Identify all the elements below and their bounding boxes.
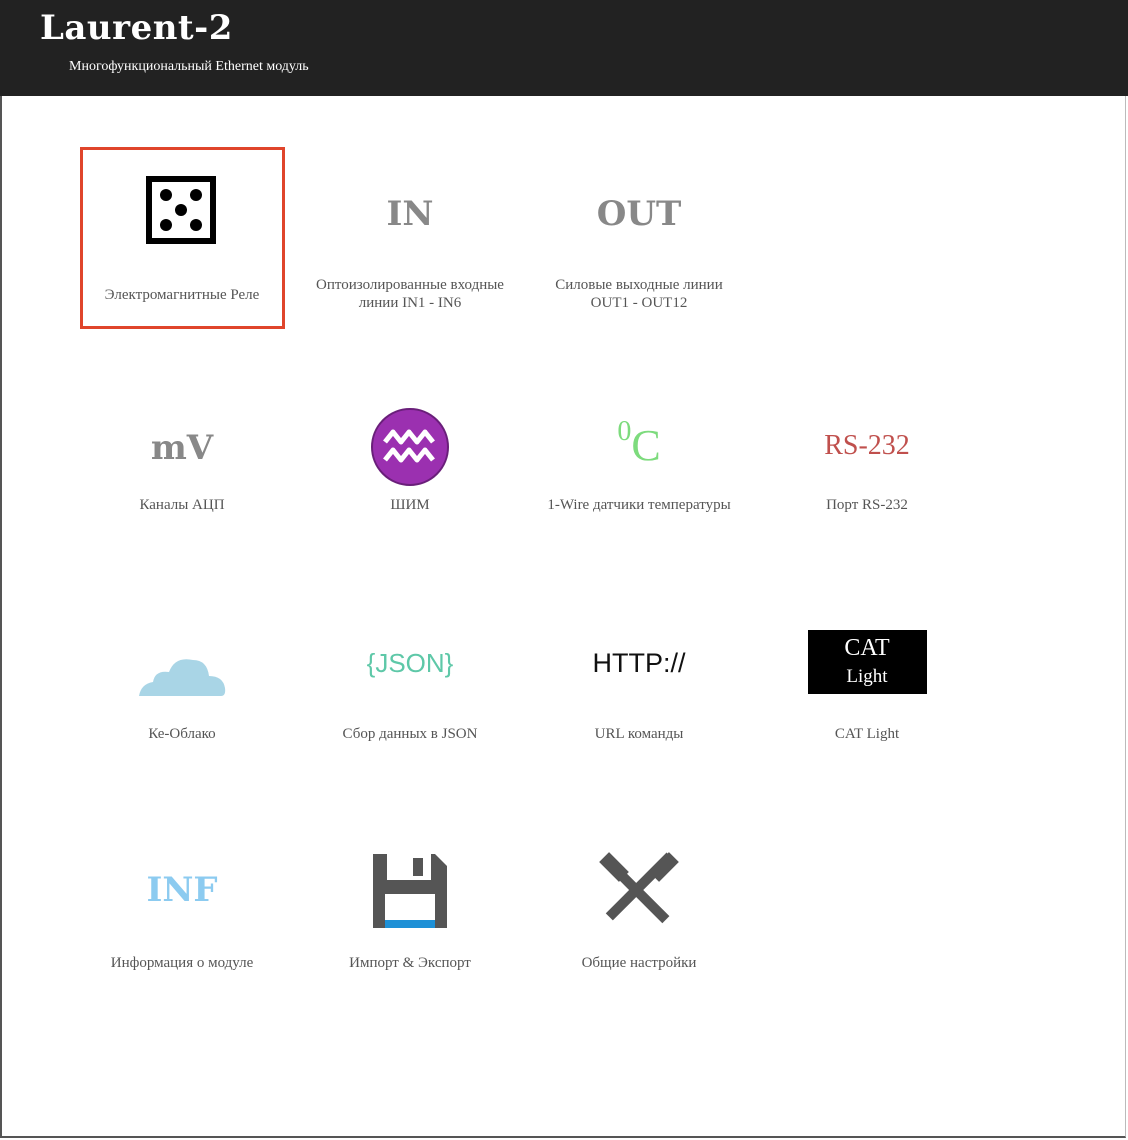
header-bar: Laurent-2 Многофункциональный Ethernet м… [0,0,1128,96]
tile-json[interactable]: {JSON} Сбор данных в JSON [310,630,510,760]
tile-relays[interactable]: Электромагнитные Реле [82,150,282,325]
tile-temperature[interactable]: 0C 1-Wire датчики температуры [539,400,739,530]
floppy-disk-icon [310,850,510,936]
tile-pwm[interactable]: ШИМ [310,400,510,530]
tile-label: 1-Wire датчики температуры [547,497,731,513]
tile-label: Силовые выходные линии OUT1 - OUT12 [555,277,723,311]
tile-label: Информация о модуле [110,955,254,971]
tile-url-commands[interactable]: HTTP:// URL команды [539,630,739,760]
in-glyph: IN [386,194,434,234]
aquarius-icon [310,406,510,492]
tile-rs232[interactable]: RS-232 Порт RS-232 [767,400,967,530]
tile-import-export[interactable]: Импорт & Экспорт [310,850,510,980]
tile-settings[interactable]: Общие настройки [539,850,739,980]
tile-label: Оптоизолированные входные линии IN1 - IN6 [316,277,504,311]
out-glyph: OUT [596,194,682,234]
tile-cat-light[interactable]: CAT Light CAT Light [767,630,967,760]
inf-glyph: INF [146,870,218,910]
dice-icon [82,176,282,250]
tile-label: Электромагнитные Реле [104,287,260,303]
app-subtitle: Многофункциональный Ethernet модуль [69,59,309,74]
hammers-icon [539,850,739,934]
tile-label: URL команды [594,726,684,742]
http-glyph: HTTP:// [592,648,686,678]
tile-adc[interactable]: mV Каналы АЦП [82,400,282,530]
tile-label: Ке-Облако [148,726,216,742]
tile-label: ШИМ [390,497,430,513]
tile-outputs[interactable]: OUT Силовые выходные линии OUT1 - OUT12 [539,150,739,325]
mv-glyph: mV [150,428,214,468]
tile-label: Каналы АЦП [139,497,225,513]
tile-cloud[interactable]: Ке-Облако [82,630,282,760]
cat-light-badge: CAT Light [767,630,967,694]
tile-label: CAT Light [834,726,900,742]
celsius-glyph: 0C [617,416,661,470]
app-title: Laurent-2 [40,8,233,48]
tile-label: Общие настройки [581,955,697,971]
cloud-icon [82,652,282,702]
tile-label: Сбор данных в JSON [342,726,478,742]
tile-label: Импорт & Экспорт [349,955,471,971]
tile-info[interactable]: INF Информация о модуле [82,850,282,980]
tile-inputs[interactable]: IN Оптоизолированные входные линии IN1 - … [310,150,510,325]
tile-label: Порт RS-232 [826,497,908,513]
json-glyph: {JSON} [366,648,454,678]
rs232-glyph: RS-232 [824,430,910,461]
